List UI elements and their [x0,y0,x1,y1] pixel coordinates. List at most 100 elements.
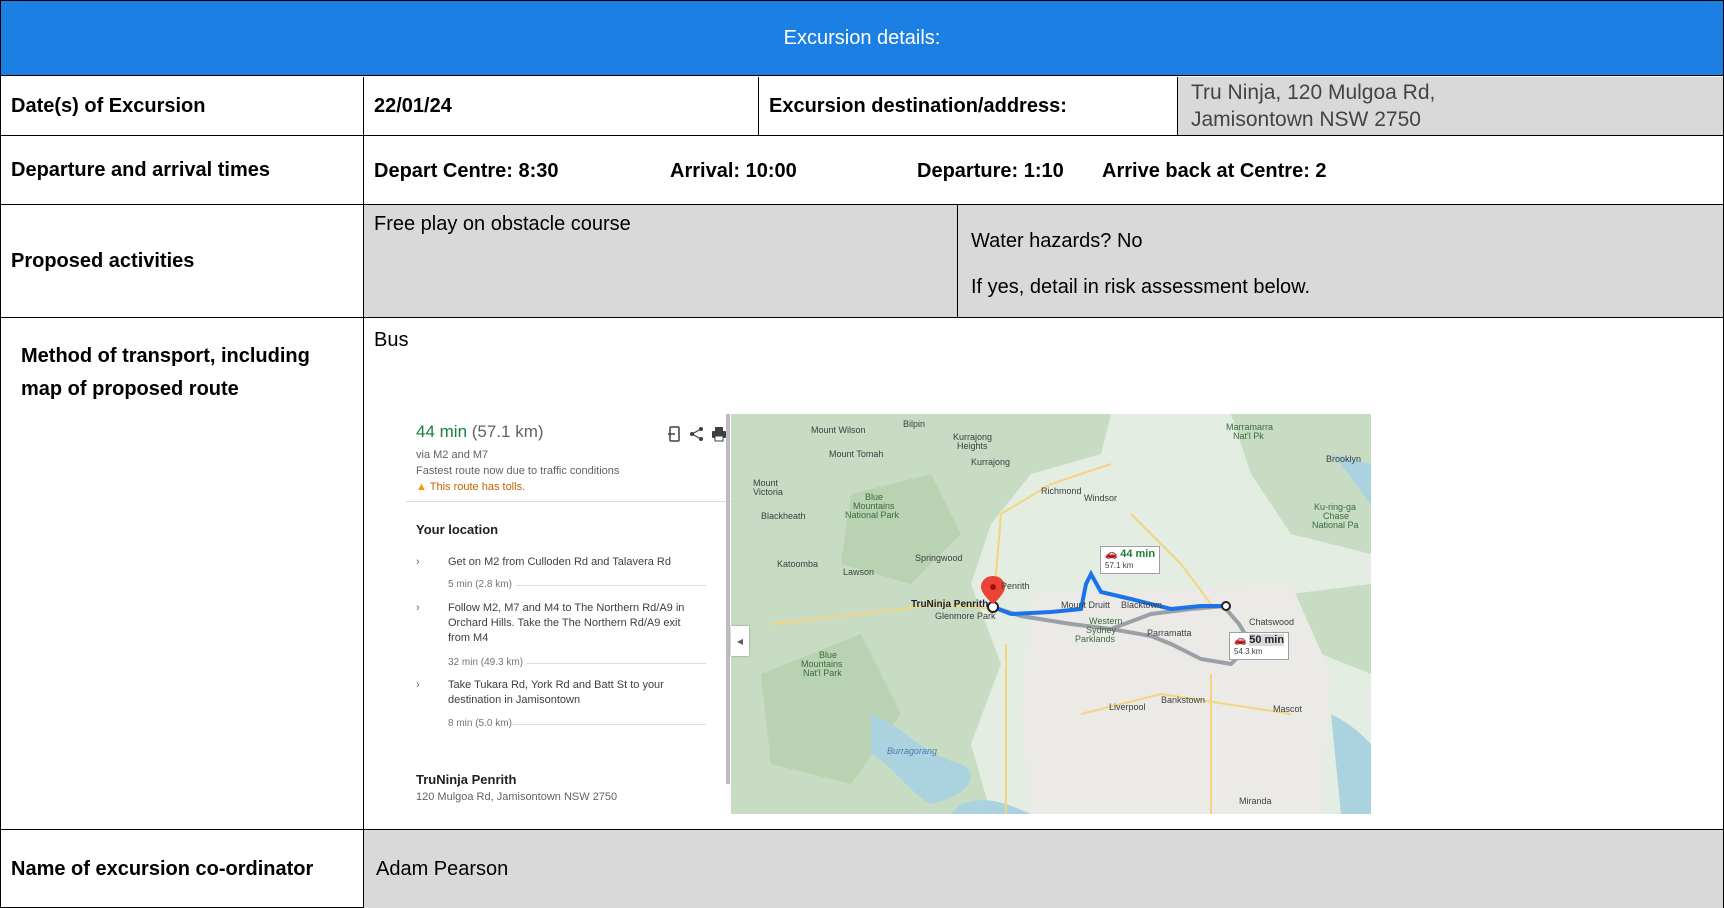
callout-alt-distance: 54.3 km [1234,647,1263,656]
step-divider [511,724,706,725]
route-callout-fastest[interactable]: 🚗 44 min 57.1 km [1100,546,1161,574]
transport-label-line-1: Method of transport, including [21,345,310,367]
map-label-liverpool: Liverpool [1109,702,1146,712]
transport-label: Method of transport, including map of pr… [1,318,364,829]
water-hazards-cell[interactable]: Water hazards? No If yes, detail in risk… [958,205,1723,317]
transport-label-line-2: map of proposed route [21,378,239,400]
collapse-panel-button[interactable]: ◀ [731,626,749,656]
water-hazards-text: Water hazards? No [971,230,1143,252]
route-step[interactable]: › Follow M2, M7 and M4 to The Northern R… [416,601,696,649]
map-label-kuringgai-3: National Pa [1312,520,1359,530]
toll-warning-text: This route has tolls. [429,481,526,493]
route-toll-warning: ▲ This route has tolls. [416,481,525,493]
map-label-mount-victoria-2: Victoria [753,487,783,497]
route-callout-alternative[interactable]: 🚗 50 min 54.3 km [1229,632,1290,660]
transport-text: Bus [374,329,409,351]
step-line: from M4 [448,632,489,644]
map-label-brooklyn: Brooklyn [1326,454,1362,464]
map-label-mount-wilson: Mount Wilson [811,425,866,435]
step-line: Get on M2 from Culloden Rd and Talavera … [448,556,671,568]
departure-time: Departure: 1:10 [917,160,1064,182]
map-label-bankstown: Bankstown [1161,695,1206,705]
panel-divider [406,501,731,502]
car-icon: 🚗 [1234,635,1247,646]
coordinator-label-text: Name of excursion co-ordinator [11,857,314,880]
route-summary: 44 min (57.1 km) [416,422,544,442]
start-location: Your location [416,522,499,537]
step-divider [526,663,706,664]
map-graphic [731,414,1371,814]
coordinator-name: Adam Pearson [376,857,509,880]
step-line: destination in Jamisontown [448,694,581,706]
map-label-windsor: Windsor [1084,493,1118,503]
row-times: Departure and arrival times Depart Centr… [1,136,1723,205]
destination-address: 120 Mulgoa Rd, Jamisontown NSW 2750 [416,791,618,803]
route-duration: 44 min [416,422,468,441]
row-date: Date(s) of Excursion 22/01/24 Excursion … [1,77,1723,136]
row-coordinator: Name of excursion co-ordinator Adam Pear… [1,830,1723,908]
form-header: Excursion details: [1,1,1723,76]
step-line: Orchard Hills. Take the The Northern Rd/… [448,617,681,629]
route-note: Fastest route now due to traffic conditi… [416,465,620,477]
arrive-back-time: Arrive back at Centre: 2 [1102,160,1327,182]
form-title: Excursion details: [783,26,941,49]
depart-centre-time: Depart Centre: 8:30 [374,160,559,182]
share-icon[interactable] [690,427,703,441]
map-label-truninja: TruNinja Penrith [911,599,989,610]
destination-label-text: Excursion destination/address: [769,94,1067,117]
times-value[interactable]: Depart Centre: 8:30 Arrival: 10:00 Depar… [364,136,1723,204]
route-distance: (57.1 km) [471,422,544,441]
step-distance: 5 min (2.8 km) [448,579,512,590]
step-distance: 32 min (49.3 km) [448,657,524,668]
route-step[interactable]: › Take Tukara Rd, York Rd and Batt St to… [416,678,696,710]
map-label-richmond: Richmond [1041,486,1082,496]
map-label-katoomba: Katoomba [777,559,819,569]
map-label-chatswood: Chatswood [1249,617,1295,627]
activities-value[interactable]: Free play on obstacle course [364,205,958,317]
destination-line-1: Tru Ninja, 120 Mulgoa Rd, [1191,81,1436,104]
route-actions [668,424,728,444]
route-step[interactable]: › Get on M2 from Culloden Rd and Talaver… [416,555,696,571]
map-label-blackheath: Blackheath [761,511,806,521]
activities-text: Free play on obstacle course [374,213,631,235]
map-label-burragorang: Burragorang [887,746,938,756]
print-icon[interactable] [712,427,726,442]
row-activities: Proposed activities Free play on obstacl… [1,205,1723,318]
map-label-miranda: Miranda [1239,796,1272,806]
if-yes-text: If yes, detail in risk assessment below. [971,276,1311,298]
mobile-send-icon[interactable] [668,426,680,442]
panel-scrollbar[interactable] [726,414,730,784]
map-label-blue-mountains-np-south-3: Nat'l Park [803,668,842,678]
excursion-details-form: Excursion details: Date(s) of Excursion … [0,0,1724,908]
step-divider [516,585,706,586]
step-distance: 8 min (5.0 km) [448,718,512,729]
map-label-kurrajong: Kurrajong [971,457,1011,467]
date-label-text: Date(s) of Excursion [11,94,206,117]
destination-name: TruNinja Penrith [416,772,517,787]
map-label-bilpin: Bilpin [903,419,926,429]
directions-panel: 44 min (57.1 km) via M2 and M7 Fastest r… [406,414,731,814]
callout-fast-distance: 57.1 km [1105,561,1134,570]
map-label-glenmore-park: Glenmore Park [935,611,996,621]
callout-alt-time: 50 min [1249,634,1285,646]
chevron-right-icon: › [416,679,420,691]
map-label-mascot: Mascot [1273,704,1303,714]
step-line: Follow M2, M7 and M4 to The Northern Rd/… [448,602,685,614]
map-label-lawson: Lawson [843,567,875,577]
route-map[interactable]: Mount Wilson Bilpin Kurrajong Heights Ku… [731,414,1371,814]
map-label-blue-mountains-np-3: National Park [845,510,900,520]
warning-icon: ▲ [416,481,427,493]
date-value-text: 22/01/24 [374,94,452,117]
map-label-marramarra-2: Nat'l Pk [1233,431,1264,441]
map-label-western-sydney-3: Parklands [1075,634,1116,644]
destination-value[interactable]: Tru Ninja, 120 Mulgoa Rd, Jamisontown NS… [1178,77,1723,135]
arrival-time: Arrival: 10:00 [670,160,797,182]
callout-fast-time: 44 min [1120,548,1156,560]
map-label-mount-druitt: Mount Druitt [1061,600,1111,610]
date-value[interactable]: 22/01/24 [364,77,759,135]
step-line: Take Tukara Rd, York Rd and Batt St to y… [448,679,664,691]
map-label-penrith: Penrith [1001,581,1030,591]
coordinator-value[interactable]: Adam Pearson [364,830,1723,908]
chevron-right-icon: › [416,602,420,614]
destination-label: Excursion destination/address: [759,77,1178,135]
